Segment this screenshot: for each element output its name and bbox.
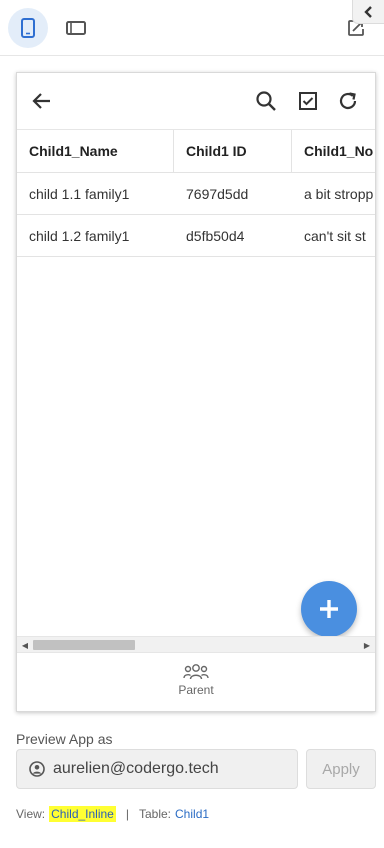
column-header[interactable]: Child1_No: [292, 130, 375, 172]
back-arrow-icon: [32, 93, 50, 109]
table-cell: child 1.2 family1: [29, 227, 130, 244]
table-header-row: Child1_Name Child1 ID Child1_No: [17, 130, 375, 173]
data-table: Child1_Name Child1 ID Child1_No child 1.…: [17, 130, 375, 257]
table-cell: d5fb50d4: [186, 227, 245, 244]
nav-item-parent[interactable]: Parent: [156, 663, 236, 707]
table-cell: child 1.1 family1: [29, 185, 130, 202]
people-icon: [183, 664, 209, 680]
account-icon: [29, 761, 45, 777]
horizontal-scrollbar[interactable]: ◀ ▶: [17, 636, 375, 652]
table-row[interactable]: child 1.1 family1 7697d5dd a bit stropp: [17, 173, 375, 215]
phone-preview: Child1_Name Child1 ID Child1_No child 1.…: [16, 72, 376, 712]
table-cell: 7697d5dd: [186, 185, 249, 202]
scrollbar-thumb[interactable]: [33, 640, 135, 650]
app-header: [17, 73, 375, 130]
refresh-icon: [339, 92, 357, 110]
bottom-navigation: Parent: [17, 652, 375, 711]
chevron-left-icon: [363, 5, 372, 18]
table-prefix: Table:: [138, 807, 172, 821]
table-name-link[interactable]: Child1: [175, 807, 209, 821]
table-cell: a bit stropp: [304, 185, 374, 202]
search-button[interactable]: [253, 88, 279, 114]
collapse-panel-button[interactable]: [352, 0, 384, 24]
preview-user-field[interactable]: aurelien@codergo.tech: [16, 749, 298, 789]
phone-preview-button[interactable]: [8, 8, 48, 48]
view-prefix: View:: [16, 807, 46, 821]
phone-icon: [21, 18, 35, 38]
select-button[interactable]: [295, 88, 321, 114]
tablet-preview-button[interactable]: [56, 8, 96, 48]
scroll-left-icon[interactable]: ◀: [20, 640, 30, 650]
nav-label: Parent: [178, 683, 214, 697]
back-button[interactable]: [29, 88, 55, 114]
column-header[interactable]: Child1 ID: [174, 130, 292, 172]
column-header[interactable]: Child1_Name: [17, 130, 174, 172]
table-cell: can't sit st: [304, 227, 366, 244]
scroll-right-icon[interactable]: ▶: [362, 640, 372, 650]
refresh-button[interactable]: [335, 88, 361, 114]
check-box-icon: [299, 92, 317, 110]
plus-icon: [320, 600, 338, 618]
apply-button[interactable]: Apply: [306, 749, 376, 789]
view-name-link[interactable]: Child_Inline: [49, 806, 116, 822]
table-row[interactable]: child 1.2 family1 d5fb50d4 can't sit st: [17, 215, 375, 257]
tablet-icon: [66, 21, 86, 35]
view-info: View: Child_Inline | Table: Child1: [16, 806, 209, 822]
add-button[interactable]: [301, 581, 357, 637]
separator: |: [125, 807, 129, 821]
editor-toolbar: [0, 0, 384, 56]
preview-label: Preview App as: [16, 731, 113, 747]
search-icon: [256, 91, 276, 111]
user-email: aurelien@codergo.tech: [53, 760, 219, 777]
